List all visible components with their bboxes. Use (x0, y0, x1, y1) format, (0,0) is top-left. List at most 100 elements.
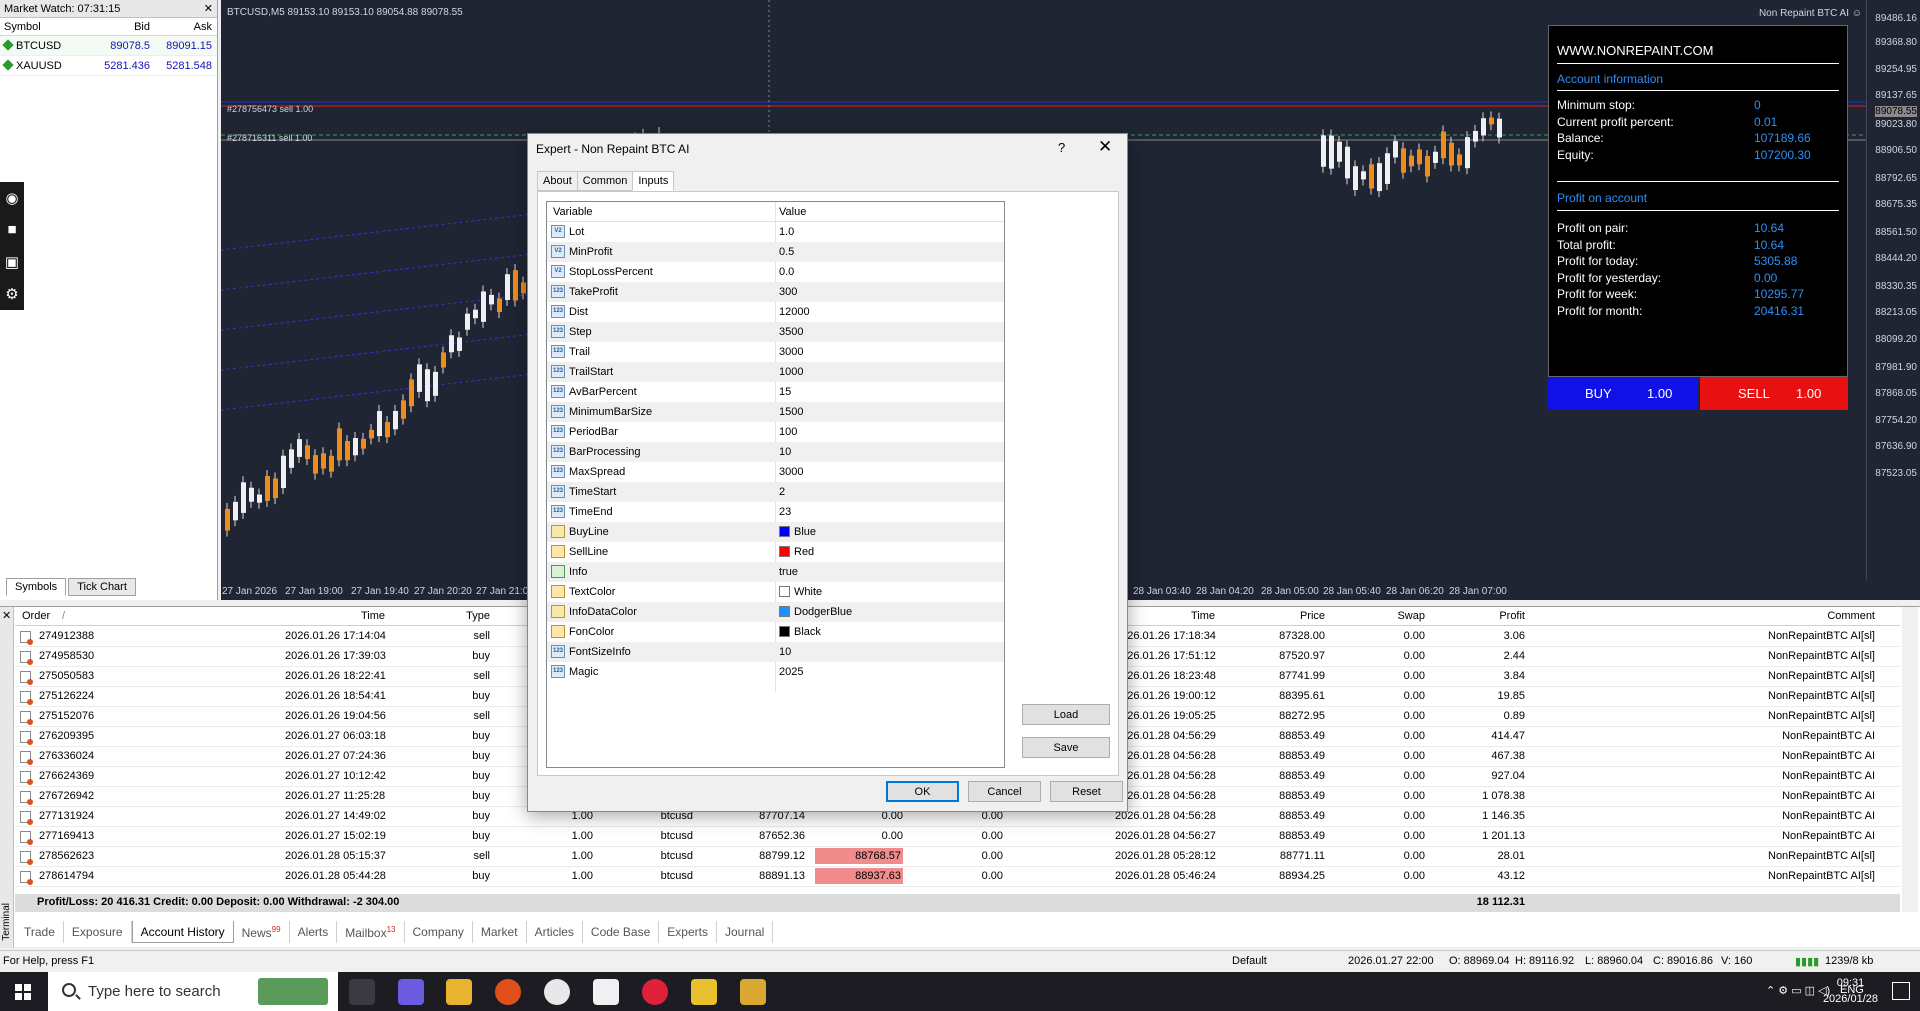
input-value-cell[interactable]: 10 (779, 646, 791, 658)
taskbar-search[interactable]: Type here to search (48, 972, 338, 1011)
input-value-cell[interactable]: 1.0 (779, 226, 794, 238)
tab-trade[interactable]: Trade (16, 921, 64, 943)
tab-code-base[interactable]: Code Base (583, 921, 660, 943)
tab-company[interactable]: Company (405, 921, 473, 943)
input-value-cell[interactable]: 12000 (779, 306, 810, 318)
input-row-foncolor[interactable]: FonColor Black (547, 622, 1004, 642)
app-icon[interactable] (495, 979, 521, 1005)
reset-button[interactable]: Reset (1050, 781, 1123, 802)
input-value-cell[interactable]: 0.0 (779, 266, 794, 278)
help-icon[interactable]: ? (1058, 140, 1065, 155)
input-value-cell[interactable]: 300 (779, 286, 797, 298)
app-icon[interactable] (642, 979, 668, 1005)
tab-mailbox[interactable]: Mailbox13 (337, 921, 405, 943)
file-explorer-icon[interactable] (446, 979, 472, 1005)
input-value-cell[interactable]: Black (779, 626, 821, 638)
close-icon[interactable]: ✕ (2, 609, 11, 622)
column-order[interactable]: Order (22, 610, 50, 622)
input-value-cell[interactable]: 1500 (779, 406, 803, 418)
column-comment[interactable]: Comment (1795, 610, 1875, 622)
input-row-infodatacolor[interactable]: InfoDataColor DodgerBlue (547, 602, 1004, 622)
tab-tick-chart[interactable]: Tick Chart (68, 578, 136, 596)
input-row-avbarpercent[interactable]: 123 AvBarPercent 15 (547, 382, 1004, 402)
input-value-cell[interactable]: 3000 (779, 346, 803, 358)
tab-articles[interactable]: Articles (527, 921, 583, 943)
load-button[interactable]: Load (1022, 704, 1110, 725)
windows-icon[interactable]: ▣ (5, 253, 19, 271)
tab-news[interactable]: News99 (234, 921, 290, 943)
input-row-sellline[interactable]: SellLine Red (547, 542, 1004, 562)
input-value-cell[interactable]: 1000 (779, 366, 803, 378)
price-scale[interactable]: 89486.16 89368.80 89254.95 89137.65 89078.55… (1866, 0, 1920, 580)
column-value[interactable]: Value (779, 206, 806, 218)
tab-inputs[interactable]: Inputs (632, 171, 675, 191)
input-row-takeprofit[interactable]: 123 TakeProfit 300 (547, 282, 1004, 302)
buy-button[interactable]: BUY 1.00 (1548, 377, 1698, 410)
save-button[interactable]: Save (1022, 737, 1110, 758)
input-value-cell[interactable]: 23 (779, 506, 791, 518)
input-row-minprofit[interactable]: V2 MinProfit 0.5 (547, 242, 1004, 262)
close-icon[interactable]: ✕ (1098, 137, 1112, 157)
ok-button[interactable]: OK (886, 781, 959, 802)
input-row-magic[interactable]: 123 Magic 2025 (547, 662, 1004, 682)
inputs-grid[interactable]: Variable Value V2 Lot 1.0 V2 MinProfit 0.5 V2 S… (546, 201, 1005, 768)
input-row-fontsizeinfo[interactable]: 123 FontSizeInfo 10 (547, 642, 1004, 662)
tab-market[interactable]: Market (473, 921, 527, 943)
input-row-barprocessing[interactable]: 123 BarProcessing 10 (547, 442, 1004, 462)
input-row-periodbar[interactable]: 123 PeriodBar 100 (547, 422, 1004, 442)
input-row-info[interactable]: Info true (547, 562, 1004, 582)
input-row-lot[interactable]: V2 Lot 1.0 (547, 222, 1004, 242)
history-row[interactable]: 277169413 2026.01.27 15:02:19 buy 1.00 btcus… (15, 827, 1900, 847)
input-row-trail[interactable]: 123 Trail 3000 (547, 342, 1004, 362)
input-row-step[interactable]: 123 Step 3500 (547, 322, 1004, 342)
taskbar-clock[interactable]: 09:31 2026/01/28 (1823, 975, 1878, 1007)
input-row-maxspread[interactable]: 123 MaxSpread 3000 (547, 462, 1004, 482)
windows-start-icon[interactable] (15, 984, 31, 1000)
input-row-stoplosspercent[interactable]: V2 StopLossPercent 0.0 (547, 262, 1004, 282)
copilot-icon[interactable] (398, 979, 424, 1005)
column-ask[interactable]: Ask (154, 21, 216, 33)
input-value-cell[interactable]: 3500 (779, 326, 803, 338)
input-row-timestart[interactable]: 123 TimeStart 2 (547, 482, 1004, 502)
tab-symbols[interactable]: Symbols (6, 578, 67, 596)
tab-account-history[interactable]: Account History (131, 921, 234, 943)
tab-exposure[interactable]: Exposure (64, 921, 132, 943)
tab-experts[interactable]: Experts (659, 921, 717, 943)
input-row-dist[interactable]: 123 Dist 12000 (547, 302, 1004, 322)
task-view-icon[interactable] (349, 979, 375, 1005)
input-value-cell[interactable]: 2025 (779, 666, 803, 678)
column-swap[interactable]: Swap (1365, 610, 1425, 622)
input-value-cell[interactable]: 3000 (779, 466, 803, 478)
tab-journal[interactable]: Journal (717, 921, 774, 943)
input-value-cell[interactable]: 2 (779, 486, 785, 498)
input-row-trailstart[interactable]: 123 TrailStart 1000 (547, 362, 1004, 382)
input-row-buyline[interactable]: BuyLine Blue (547, 522, 1004, 542)
column-bid[interactable]: Bid (94, 21, 154, 33)
close-icon[interactable]: ✕ (204, 2, 213, 15)
input-value-cell[interactable]: 100 (779, 426, 797, 438)
input-value-cell[interactable]: DodgerBlue (779, 606, 852, 618)
input-value-cell[interactable]: White (779, 586, 822, 598)
tab-common[interactable]: Common (576, 171, 634, 191)
tab-alerts[interactable]: Alerts (290, 921, 338, 943)
input-value-cell[interactable]: true (779, 566, 798, 578)
symbol-row[interactable]: BTCUSD 89078.5 89091.15 (0, 36, 217, 56)
column-close-time[interactable]: Time (1115, 610, 1215, 622)
column-type[interactable]: Type (415, 610, 490, 622)
gear-icon[interactable]: ⚙ (5, 285, 18, 303)
input-row-minimumbarsize[interactable]: 123 MinimumBarSize 1500 (547, 402, 1004, 422)
input-value-cell[interactable]: Blue (779, 526, 816, 538)
input-value-cell[interactable]: 0.5 (779, 246, 794, 258)
symbol-row[interactable]: XAUUSD 5281.436 5281.548 (0, 56, 217, 76)
app-icon[interactable] (691, 979, 717, 1005)
column-symbol[interactable]: Symbol (0, 21, 94, 33)
tab-about[interactable]: About (537, 171, 578, 191)
column-price[interactable]: Price (1265, 610, 1325, 622)
input-value-cell[interactable]: Red (779, 546, 814, 558)
input-value-cell[interactable]: 10 (779, 446, 791, 458)
history-row[interactable]: 278614794 2026.01.28 05:44:28 buy 1.00 btcus… (15, 867, 1900, 887)
input-value-cell[interactable]: 15 (779, 386, 791, 398)
column-profit[interactable]: Profit (1465, 610, 1525, 622)
input-row-textcolor[interactable]: TextColor White (547, 582, 1004, 602)
history-row[interactable]: 278562623 2026.01.28 05:15:37 sell 1.00 btcu… (15, 847, 1900, 867)
